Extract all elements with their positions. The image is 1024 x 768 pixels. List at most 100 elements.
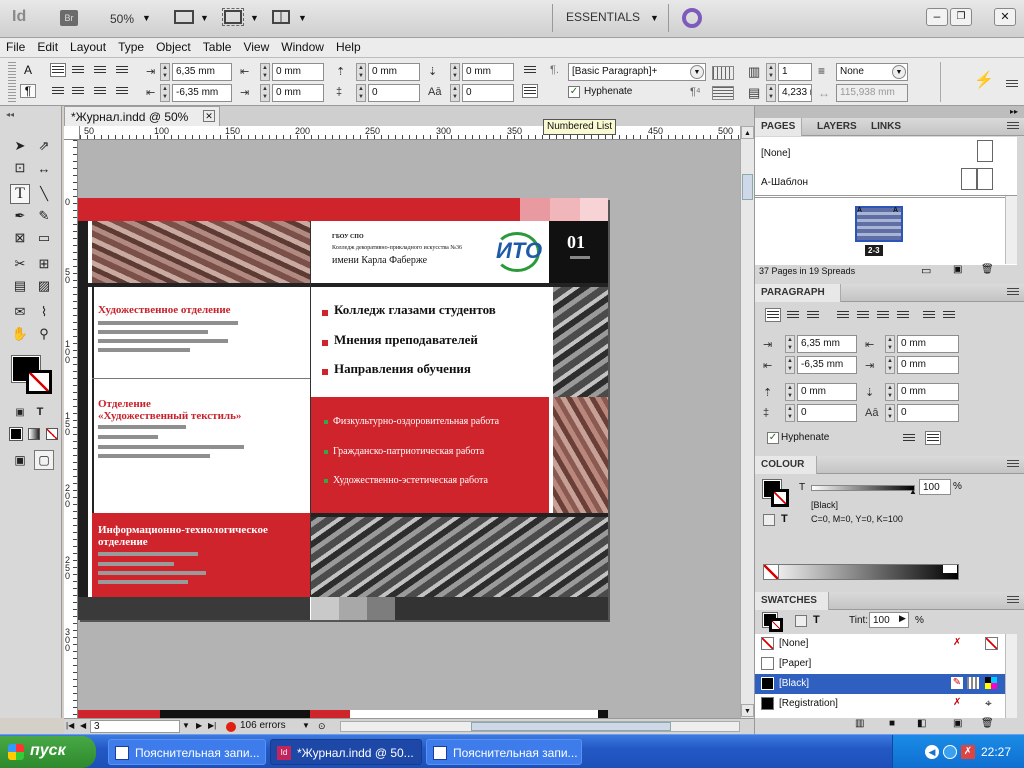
panel-menu-icon[interactable] <box>1007 288 1019 296</box>
formatting-text-icon[interactable]: T <box>781 513 788 525</box>
selection-tool-icon[interactable]: ➤ <box>10 136 30 156</box>
page-number-field[interactable]: 3 <box>90 720 180 733</box>
stepper[interactable]: ▲ ▼ <box>160 63 170 81</box>
taskbar-item-active[interactable]: Id *Журнал.indd @ 50... <box>270 739 422 765</box>
dropcap-lines-field[interactable]: 0 <box>797 404 857 422</box>
ruler-origin[interactable] <box>64 126 80 140</box>
chevron-down-icon[interactable]: ▼ <box>690 65 704 79</box>
left-indent-field[interactable]: 6,35 mm <box>797 335 857 353</box>
zoom-level[interactable]: 50% <box>110 12 134 26</box>
previous-page-icon[interactable]: ◀ <box>80 721 86 730</box>
stepper[interactable]: ▲ ▼ <box>885 335 895 353</box>
column-width-field[interactable]: 115,938 mm <box>836 84 908 102</box>
arrange-documents-icon[interactable] <box>272 10 290 24</box>
chevron-down-icon[interactable]: ▼ <box>182 721 190 730</box>
show-all-swatches-icon[interactable]: ▥ <box>855 718 864 729</box>
pages-scrollbar[interactable] <box>1005 196 1017 264</box>
align-center-icon[interactable] <box>70 63 86 77</box>
swatch-row-registration[interactable]: [Registration] ✗ ⌖ <box>755 694 1017 714</box>
formatting-container-icon[interactable] <box>763 514 775 526</box>
preview-view-icon[interactable]: ▢ <box>34 450 54 470</box>
tab-pages[interactable]: PAGES <box>755 118 803 136</box>
space-before-field[interactable]: 0 mm <box>368 63 420 81</box>
align-spine-icon[interactable] <box>114 84 130 98</box>
network-icon[interactable] <box>943 745 957 759</box>
apply-gradient-icon[interactable] <box>28 428 40 440</box>
close-button[interactable]: ✕ <box>994 8 1016 26</box>
dropcap-chars-field[interactable]: 0 <box>897 404 959 422</box>
document-tab[interactable]: *Журнал.indd @ 50% ✕ <box>64 106 220 126</box>
normal-view-icon[interactable]: ▣ <box>10 450 30 470</box>
new-page-icon[interactable]: ▣ <box>953 264 962 275</box>
swatch-scrollbar[interactable] <box>1005 634 1017 718</box>
view-options-icon[interactable] <box>174 10 194 24</box>
menu-edit[interactable]: Edit <box>31 38 64 54</box>
menu-table[interactable]: Table <box>197 38 238 54</box>
formatting-text-icon[interactable]: T <box>30 402 50 422</box>
space-after-field[interactable]: 0 mm <box>897 383 959 401</box>
align-away-spine-icon[interactable] <box>941 308 957 322</box>
formatting-text-icon[interactable]: T <box>813 614 820 626</box>
quick-apply-icon[interactable]: ⚡ <box>974 70 994 90</box>
horizontal-scrollbar[interactable] <box>340 721 740 732</box>
formatting-container-icon[interactable]: ▣ <box>10 402 30 422</box>
align-right-icon[interactable] <box>92 63 108 77</box>
bulleted-list-icon[interactable] <box>522 63 538 77</box>
stepper[interactable]: ▲ ▼ <box>885 383 895 401</box>
scroll-thumb[interactable] <box>471 722 671 731</box>
space-before-field[interactable]: 0 mm <box>797 383 857 401</box>
scroll-thumb[interactable] <box>742 174 753 200</box>
tab-swatches[interactable]: SWATCHES <box>755 592 829 610</box>
note-tool-icon[interactable]: ✉ <box>10 302 30 322</box>
first-line-indent-field[interactable]: -6,35 mm <box>797 356 857 374</box>
eyedropper-tool-icon[interactable]: ⌇ <box>34 302 54 322</box>
swatch-row-none[interactable]: [None] ✗ <box>755 634 1017 654</box>
align-center-icon[interactable] <box>785 308 801 322</box>
stepper[interactable]: ▲ ▼ <box>785 404 795 422</box>
stepper[interactable]: ▲ ▼ <box>766 63 776 81</box>
show-gradient-swatches-icon[interactable]: ◧ <box>917 718 926 729</box>
vertical-ruler[interactable]: 0 5 0 1 0 0 1 5 0 2 0 0 2 5 0 3 0 0 <box>64 140 78 718</box>
chevron-down-icon[interactable]: ▼ <box>200 13 209 23</box>
stepper[interactable]: ▲ ▼ <box>260 84 270 102</box>
tint-field[interactable]: 100 <box>919 479 951 495</box>
menu-help[interactable]: Help <box>330 38 367 54</box>
stepper[interactable]: ▲ ▼ <box>356 63 366 81</box>
restore-button[interactable]: ❐ <box>950 8 972 26</box>
align-towards-spine-icon[interactable] <box>921 308 937 322</box>
justify-all-icon[interactable] <box>895 308 911 322</box>
menu-file[interactable]: File <box>0 38 31 54</box>
white-swatch[interactable] <box>943 565 957 573</box>
taskbar-item[interactable]: Пояснительная запи... <box>426 739 582 765</box>
align-left-icon[interactable] <box>765 308 781 322</box>
delete-page-icon[interactable]: 🗑 <box>981 264 994 275</box>
menu-layout[interactable]: Layout <box>64 38 112 54</box>
minimize-button[interactable]: – <box>926 8 948 26</box>
formatting-container-icon[interactable] <box>795 615 807 627</box>
chevron-down-icon[interactable]: ▼ <box>650 13 659 23</box>
chevron-down-icon[interactable]: ▼ <box>250 13 259 23</box>
type-tool-icon[interactable]: T <box>10 184 30 204</box>
tint-slider[interactable] <box>811 485 915 491</box>
show-colour-swatches-icon[interactable]: ■ <box>889 718 895 729</box>
panel-menu-icon[interactable] <box>1007 596 1019 604</box>
taskbar-item[interactable]: Пояснительная запи... <box>108 739 266 765</box>
justify-all-icon[interactable] <box>92 84 108 98</box>
shading-icon[interactable] <box>712 66 734 80</box>
cs-live-icon[interactable] <box>682 8 702 28</box>
free-transform-tool-icon[interactable]: ⊞ <box>34 254 54 274</box>
dropcap-chars-field[interactable]: 0 <box>462 84 514 102</box>
line-tool-icon[interactable]: ╲ <box>34 184 54 204</box>
last-line-indent-field[interactable]: 0 mm <box>272 84 324 102</box>
tab-layers[interactable]: LAYERS <box>811 121 863 132</box>
menu-view[interactable]: View <box>237 38 275 54</box>
last-line-indent-field[interactable]: 0 mm <box>897 356 959 374</box>
menu-window[interactable]: Window <box>275 38 330 54</box>
hand-tool-icon[interactable]: ✋ <box>10 324 30 344</box>
stepper[interactable]: ▲ ▼ <box>450 84 460 102</box>
preflight-status[interactable]: 106 errors <box>240 720 286 731</box>
justify-center-icon[interactable] <box>855 308 871 322</box>
justify-left-icon[interactable] <box>835 308 851 322</box>
justify-center-icon[interactable] <box>50 84 66 98</box>
vertical-scrollbar[interactable]: ▲ ▼ <box>740 126 754 718</box>
